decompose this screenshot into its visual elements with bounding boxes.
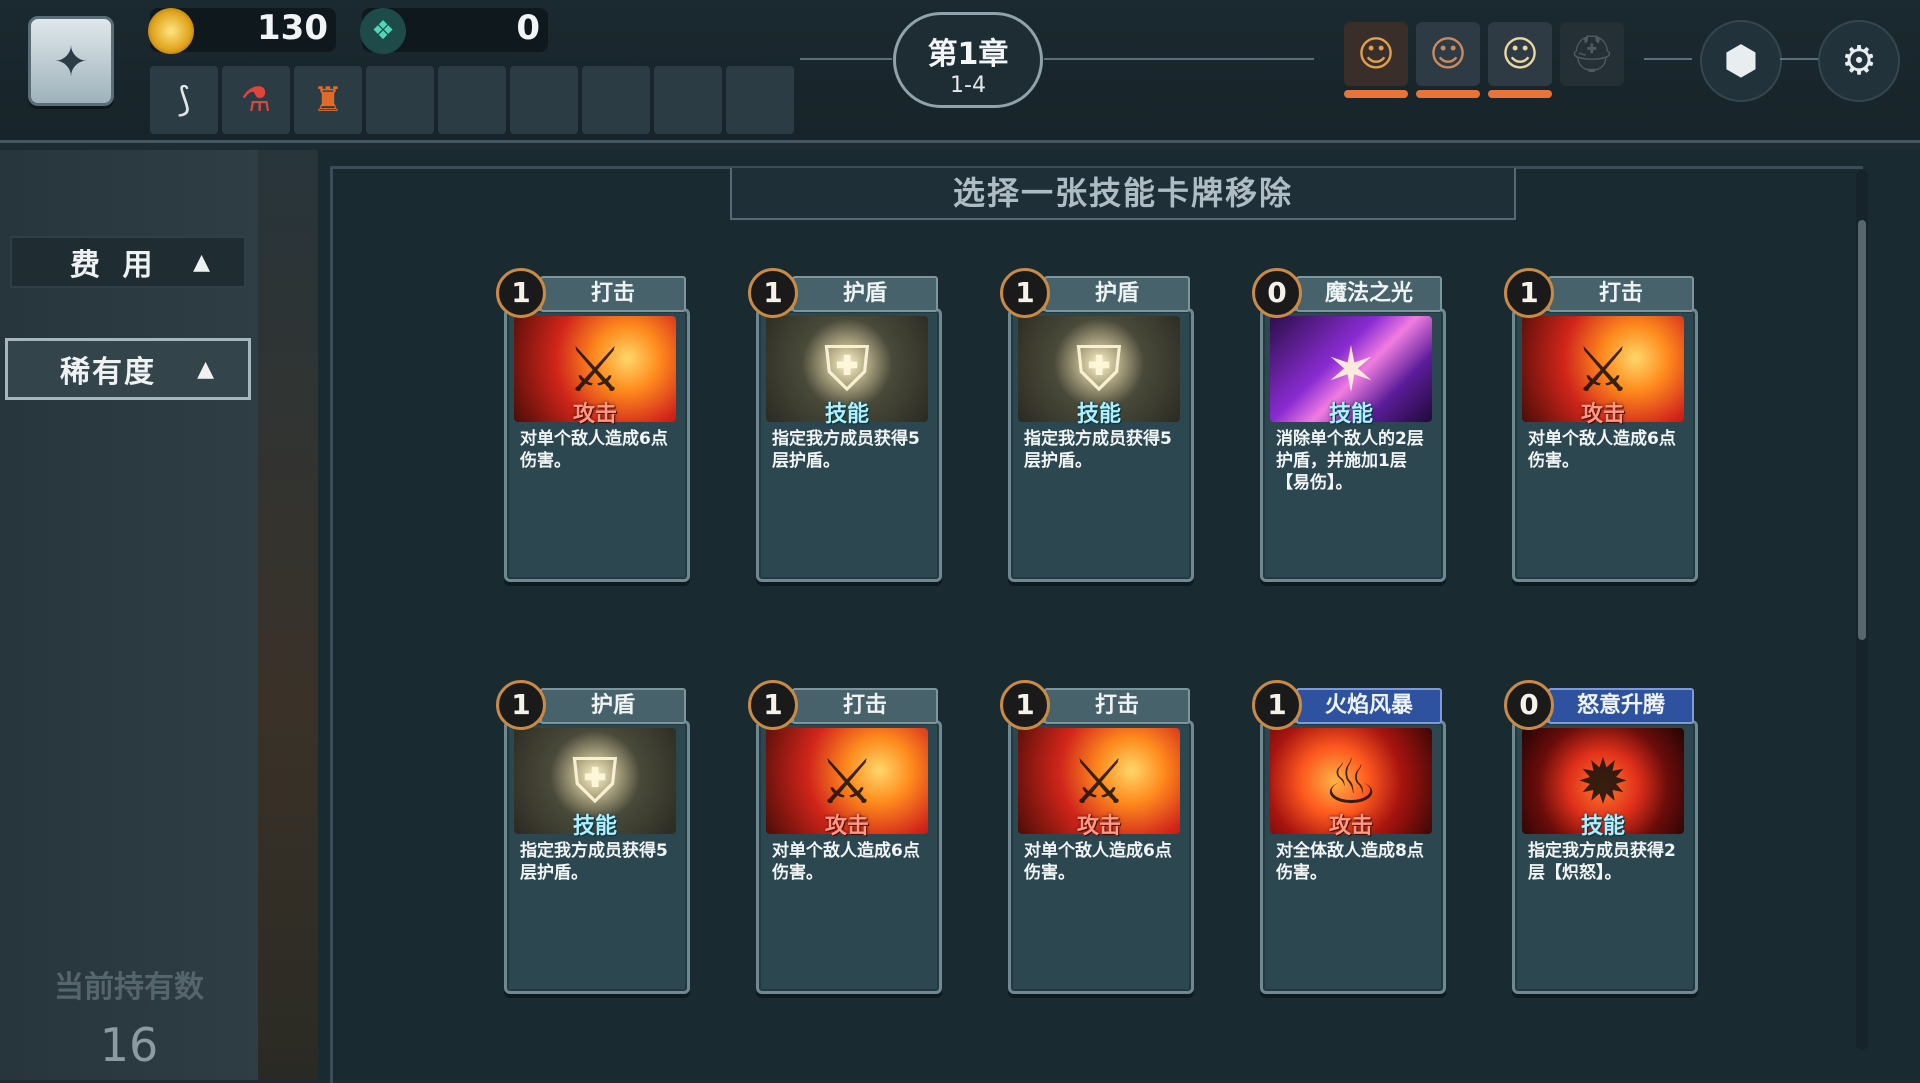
card-cost: 1 <box>496 680 546 730</box>
card-description: 对单个敌人造成6点伤害。 <box>1024 841 1172 883</box>
skill-card[interactable]: 护盾 ⛨ 技能 指定我方成员获得5层护盾。 1 <box>496 680 692 1000</box>
card-cost: 1 <box>1000 680 1050 730</box>
horn-relic-icon[interactable]: ⟆ <box>150 66 218 134</box>
divider <box>1044 58 1314 60</box>
card-cost: 0 <box>1504 680 1554 730</box>
instruction-banner: 选择一张技能卡牌移除 <box>730 168 1516 220</box>
skill-card[interactable]: 打击 ⚔ 攻击 对单个敌人造成6点伤害。 1 <box>1504 268 1700 588</box>
card-cost: 1 <box>748 680 798 730</box>
card-type: 技能 <box>1076 402 1121 427</box>
sort-cost-label: 费 用 <box>70 248 159 283</box>
gold-coin-icon <box>148 8 194 54</box>
chapter-indicator: 第1章 1-4 <box>893 12 1043 108</box>
card-description: 指定我方成员获得5层护盾。 <box>520 841 668 883</box>
card-type: 攻击 <box>1580 402 1625 427</box>
skill-card[interactable]: 护盾 ⛨ 技能 指定我方成员获得5层护盾。 1 <box>1000 268 1196 588</box>
card-type: 技能 <box>572 814 617 839</box>
card-name: 打击 <box>540 276 686 312</box>
sort-ascending-arrow-icon: ▲ <box>193 249 210 275</box>
card-name: 怒意升腾 <box>1548 688 1694 724</box>
divider <box>1644 58 1692 60</box>
relic-slot-empty <box>582 66 650 134</box>
deck-cards-button[interactable]: ⬢ <box>1700 20 1782 102</box>
skill-card[interactable]: 魔法之光 ✶ 技能 消除单个敌人的2层护盾，并施加1层【易伤】。 0 <box>1252 268 1448 588</box>
card-count-value: 16 <box>99 1018 159 1072</box>
card-name: 护盾 <box>792 276 938 312</box>
hero-portrait-redhair-icon[interactable]: ☺ <box>1344 22 1408 86</box>
lantern-relic-icon[interactable]: ♜ <box>294 66 362 134</box>
hexagon-cluster-icon: ⬢ <box>1723 38 1759 84</box>
card-name: 火焰风暴 <box>1296 688 1442 724</box>
filter-sidebar <box>0 150 258 1080</box>
skill-card[interactable]: 护盾 ⛨ 技能 指定我方成员获得5层护盾。 1 <box>748 268 944 588</box>
relic-slot-empty <box>654 66 722 134</box>
divider <box>800 58 892 60</box>
card-type: 技能 <box>824 402 869 427</box>
divider <box>1780 58 1820 60</box>
card-type: 攻击 <box>1328 814 1373 839</box>
card-name: 护盾 <box>1044 276 1190 312</box>
skill-card[interactable]: 打击 ⚔ 攻击 对单个敌人造成6点伤害。 1 <box>1000 680 1196 1000</box>
card-type: 技能 <box>1328 402 1373 427</box>
sort-cost-button[interactable]: 费 用 ▲ <box>10 236 246 288</box>
hero-hp-bar <box>1344 90 1408 98</box>
sort-rarity-label: 稀有度 <box>60 355 156 390</box>
card-description: 对单个敌人造成6点伤害。 <box>1528 429 1676 471</box>
sort-ascending-arrow-icon: ▲ <box>197 356 214 382</box>
compass-star-icon: ✦ <box>53 36 89 86</box>
card-description: 指定我方成员获得2层【炽怒】。 <box>1528 841 1676 883</box>
relic-slot-empty <box>438 66 506 134</box>
card-cost: 1 <box>496 268 546 318</box>
stage-number: 1-4 <box>950 73 986 98</box>
card-name: 打击 <box>1044 688 1190 724</box>
settings-button[interactable]: ⚙ <box>1818 20 1900 102</box>
card-description: 对全体敌人造成8点伤害。 <box>1276 841 1424 883</box>
card-name: 打击 <box>1548 276 1694 312</box>
card-cost: 1 <box>1000 268 1050 318</box>
scrollbar-thumb[interactable] <box>1858 220 1866 640</box>
card-description: 消除单个敌人的2层护盾，并施加1层【易伤】。 <box>1276 429 1424 493</box>
card-cost: 1 <box>1252 680 1302 730</box>
card-count-label: 当前持有数 <box>54 970 204 1005</box>
card-cost: 1 <box>1504 268 1554 318</box>
hero-hp-bar <box>1488 90 1552 98</box>
skill-card[interactable]: 打击 ⚔ 攻击 对单个敌人造成6点伤害。 1 <box>748 680 944 1000</box>
skill-card[interactable]: 怒意升腾 ✹ 技能 指定我方成员获得2层【炽怒】。 0 <box>1504 680 1700 1000</box>
gem-amount: 0 <box>516 8 540 48</box>
card-name: 魔法之光 <box>1296 276 1442 312</box>
card-description: 对单个敌人造成6点伤害。 <box>772 841 920 883</box>
card-name: 打击 <box>792 688 938 724</box>
card-type: 攻击 <box>1076 814 1121 839</box>
hero-portrait-blonde-icon[interactable]: ☺ <box>1488 22 1552 86</box>
gold-amount: 130 <box>257 8 328 48</box>
card-name: 护盾 <box>540 688 686 724</box>
card-description: 对单个敌人造成6点伤害。 <box>520 429 668 471</box>
map-compass-button[interactable]: ✦ <box>28 16 114 106</box>
skill-card[interactable]: 打击 ⚔ 攻击 对单个敌人造成6点伤害。 1 <box>496 268 692 588</box>
background-scenery <box>258 150 318 1080</box>
relic-slot-empty <box>510 66 578 134</box>
diamond-gem-icon: ❖ <box>360 8 406 54</box>
red-potion-icon[interactable]: ⚗ <box>222 66 290 134</box>
hero-hp-bar <box>1416 90 1480 98</box>
top-bar: ✦ 130 ❖ 0 ⟆ ⚗ ♜ 第1章 1-4 ☺ ☺ ☺ ⛑ ⬢ ⚙ <box>0 0 1920 143</box>
relic-slot-empty <box>366 66 434 134</box>
sort-rarity-button[interactable]: 稀有度 ▲ <box>5 338 251 400</box>
card-description: 指定我方成员获得5层护盾。 <box>772 429 920 471</box>
card-cost: 1 <box>748 268 798 318</box>
relic-slot-empty <box>726 66 794 134</box>
gear-icon: ⚙ <box>1841 38 1877 84</box>
card-type: 攻击 <box>572 402 617 427</box>
card-description: 指定我方成员获得5层护盾。 <box>1024 429 1172 471</box>
locked-knight-helmet-icon: ⛑ <box>1560 22 1624 86</box>
hero-portrait-brownhair-icon[interactable]: ☺ <box>1416 22 1480 86</box>
skill-card[interactable]: 火焰风暴 ♨ 攻击 对全体敌人造成8点伤害。 1 <box>1252 680 1448 1000</box>
card-cost: 0 <box>1252 268 1302 318</box>
chapter-title: 第1章 <box>927 37 1009 72</box>
card-type: 攻击 <box>824 814 869 839</box>
card-type: 技能 <box>1580 814 1625 839</box>
